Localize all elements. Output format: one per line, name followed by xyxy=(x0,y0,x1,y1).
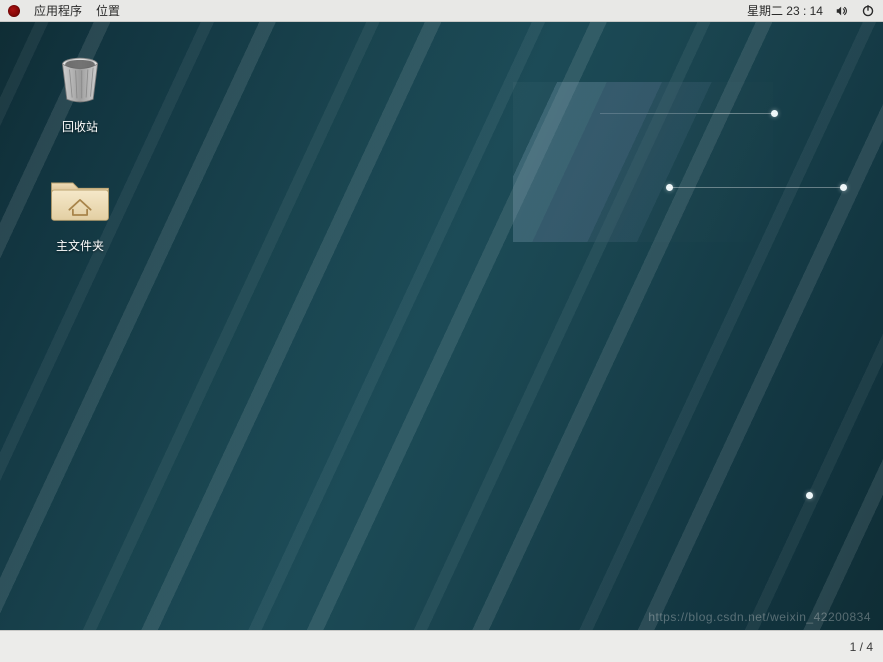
bottom-bar: 1 / 4 xyxy=(0,630,883,662)
page-indicator: 1 / 4 xyxy=(850,640,873,654)
watermark-text: https://blog.csdn.net/weixin_42200834 xyxy=(648,610,871,624)
menu-places[interactable]: 位置 xyxy=(96,2,120,19)
clock-datetime[interactable]: 星期二 23 : 14 xyxy=(747,2,823,19)
desktop-icon-label: 回收站 xyxy=(62,118,98,135)
home-folder-icon xyxy=(48,167,112,231)
system-logo-icon xyxy=(8,5,20,17)
desktop-icon-label: 主文件夹 xyxy=(56,237,104,254)
trash-icon xyxy=(48,48,112,112)
desktop-icon-home-folder[interactable]: 主文件夹 xyxy=(20,161,140,260)
desktop-icon-trash[interactable]: 回收站 xyxy=(20,42,140,141)
top-menu-bar: 应用程序 位置 星期二 23 : 14 xyxy=(0,0,883,22)
desktop-wallpaper-area[interactable]: 回收站 xyxy=(0,22,883,630)
menu-applications[interactable]: 应用程序 xyxy=(34,2,82,19)
power-icon[interactable] xyxy=(861,4,875,18)
volume-icon[interactable] xyxy=(835,4,849,18)
